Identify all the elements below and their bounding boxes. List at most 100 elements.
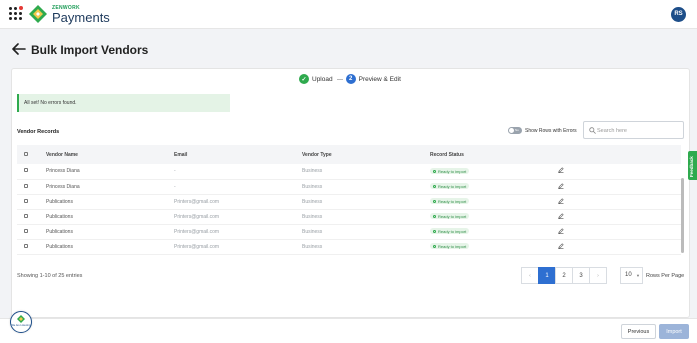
status-text: Ready to import <box>438 228 467 234</box>
table-row: Publications Printers@gmail.com Business… <box>17 224 681 239</box>
vendor-type-cell: Business <box>302 183 323 190</box>
status-dot-icon <box>433 214 436 218</box>
email-cell: Printers@gmail.com <box>174 213 220 220</box>
column-header: Record Status <box>430 151 464 158</box>
step-connector <box>336 78 343 80</box>
step-preview-label: Preview & Edit <box>358 75 401 83</box>
row-checkbox[interactable] <box>24 228 28 233</box>
status-text: Ready to import <box>438 198 467 204</box>
status-dot-icon <box>433 199 436 203</box>
row-checkbox[interactable] <box>24 243 28 248</box>
email-cell: - <box>174 168 176 175</box>
row-checkbox[interactable] <box>24 183 28 188</box>
status-badge: Ready to import <box>430 183 470 190</box>
check-icon: ✓ <box>299 74 309 84</box>
vendor-name-cell: Princess Diana <box>46 183 80 190</box>
table-scrollbar[interactable] <box>681 145 684 260</box>
status-badge: Ready to import <box>430 198 470 205</box>
step-number-badge: 2 <box>345 74 356 84</box>
next-page-button[interactable]: › <box>589 267 607 284</box>
footer-bar: Previous Import <box>0 318 697 343</box>
vendor-name-cell: Publications <box>46 198 73 205</box>
status-text: Ready to import <box>438 213 467 219</box>
table-row: Princess Diana - Business Ready to impor… <box>17 179 681 194</box>
vendor-type-cell: Business <box>302 198 323 205</box>
email-cell: Printers@gmail.com <box>174 228 220 235</box>
page-button-1[interactable]: 1 <box>538 267 556 284</box>
vendor-type-cell: Business <box>302 243 323 250</box>
vendor-table: Vendor Name Email Vendor Type Record Sta… <box>17 145 681 260</box>
rows-per-page-label: Rows Per Page <box>646 273 685 279</box>
toggle-label: Show Rows with Errors <box>525 128 577 134</box>
chevron-down-icon: ▼ <box>636 273 640 278</box>
edit-icon[interactable] <box>558 167 564 174</box>
edit-icon[interactable] <box>558 242 564 249</box>
help-badge-text: We Are Listening <box>11 324 31 327</box>
status-badge: Ready to import <box>430 228 470 235</box>
vendor-name-cell: Princess Diana <box>46 168 80 175</box>
status-dot-icon <box>433 229 436 233</box>
help-badge[interactable]: We Are Listening <box>10 311 32 333</box>
app-grid-icon[interactable] <box>9 6 23 21</box>
select-all-checkbox[interactable] <box>24 151 28 156</box>
status-badge: Ready to import <box>430 213 470 220</box>
status-dot-icon <box>433 184 436 188</box>
column-header: Vendor Type <box>302 151 332 158</box>
row-checkbox[interactable] <box>24 213 28 218</box>
rows-per-page-value: 10 <box>625 272 632 278</box>
table-row: Princess Diana - Business Ready to impor… <box>17 164 681 179</box>
vendor-name-cell: Publications <box>46 243 73 250</box>
feedback-label: Feedback <box>689 156 694 177</box>
stepper: ✓ Upload 2 Preview & Edit <box>299 73 405 85</box>
step-upload-label: Upload <box>312 75 333 83</box>
toggle-knob <box>509 128 514 133</box>
row-checkbox[interactable] <box>24 168 28 173</box>
vendor-type-cell: Business <box>302 228 323 235</box>
edit-icon[interactable] <box>558 197 564 204</box>
import-button[interactable]: Import <box>659 324 689 339</box>
avatar[interactable]: RS <box>671 7 686 22</box>
row-checkbox[interactable] <box>24 198 28 203</box>
status-text: Ready to import <box>438 243 467 249</box>
entries-summary: Showing 1-10 of 25 entries <box>17 273 83 279</box>
vendor-type-cell: Business <box>302 168 323 175</box>
zenwork-logo-icon <box>29 5 47 23</box>
success-alert: All set! No errors found. <box>17 94 230 112</box>
table-header-row: Vendor Name Email Vendor Type Record Sta… <box>17 145 681 164</box>
table-row: Publications Printers@gmail.com Business… <box>17 194 681 209</box>
toggle-state-text: No <box>515 128 519 132</box>
status-dot-icon <box>433 169 436 173</box>
brand-name: Payments <box>52 10 110 25</box>
table-row: Publications Printers@gmail.com Business… <box>17 209 681 224</box>
back-arrow-icon[interactable] <box>12 43 26 55</box>
page-button-3[interactable]: 3 <box>572 267 590 284</box>
status-text: Ready to import <box>438 168 467 174</box>
search-input[interactable] <box>597 125 679 136</box>
prev-page-button[interactable]: ‹ <box>521 267 539 284</box>
edit-icon[interactable] <box>558 212 564 219</box>
status-text: Ready to import <box>438 183 467 189</box>
feedback-tab[interactable]: Feedback <box>688 151 697 180</box>
page-title: Bulk Import Vendors <box>31 43 149 57</box>
email-cell: Printers@gmail.com <box>174 243 220 250</box>
vendor-name-cell: Publications <box>46 213 73 220</box>
email-cell: Printers@gmail.com <box>174 198 220 205</box>
vendor-type-cell: Business <box>302 213 323 220</box>
status-badge: Ready to import <box>430 243 470 250</box>
section-title: Vendor Records <box>17 129 60 135</box>
vendor-name-cell: Publications <box>46 228 73 235</box>
previous-button[interactable]: Previous <box>621 324 656 339</box>
rows-per-page-select[interactable]: 10 ▼ <box>620 267 643 284</box>
edit-icon[interactable] <box>558 227 564 234</box>
top-bar: ZENWORK Payments RS <box>0 0 697 29</box>
email-cell: - <box>174 183 176 190</box>
pagination: ‹ 1 2 3 › <box>521 267 607 284</box>
scroll-thumb[interactable] <box>681 178 684 253</box>
show-errors-toggle[interactable]: No <box>508 127 522 134</box>
zenwork-logo-icon <box>17 315 25 323</box>
column-header: Email <box>174 151 188 158</box>
page-button-2[interactable]: 2 <box>555 267 573 284</box>
status-badge: Ready to import <box>430 168 470 174</box>
edit-icon[interactable] <box>558 182 564 189</box>
search-icon <box>589 127 596 134</box>
